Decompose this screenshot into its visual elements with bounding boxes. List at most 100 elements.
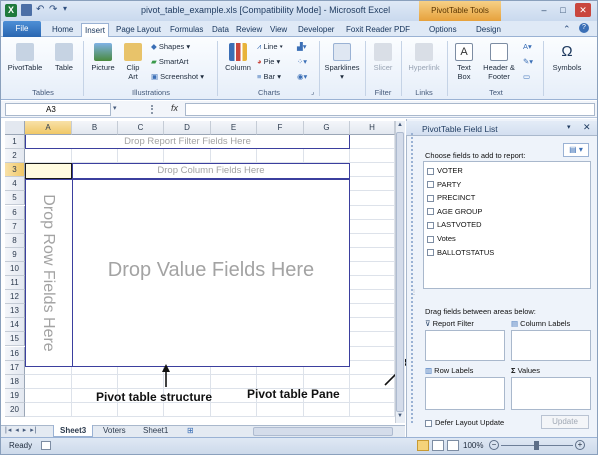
sheet-tab-sheet3[interactable]: Sheet3 bbox=[53, 425, 94, 437]
bar-chart-button[interactable]: ≡ Bar ▾ bbox=[257, 72, 281, 81]
scroll-up-icon[interactable]: ▲ bbox=[396, 122, 404, 130]
row-header-11[interactable]: 11 bbox=[5, 276, 25, 291]
defer-layout-update[interactable]: Defer Layout Update bbox=[425, 418, 504, 427]
row-header-1[interactable]: 1 bbox=[5, 135, 25, 150]
object-icon[interactable]: ▭ bbox=[523, 72, 530, 81]
clipart-button[interactable]: Clip Art bbox=[121, 43, 145, 81]
tab-home[interactable]: Home bbox=[49, 23, 76, 37]
defer-layout-checkbox[interactable] bbox=[425, 419, 432, 427]
scatter-chart-icon[interactable]: ⁘▾ bbox=[297, 57, 307, 66]
pie-chart-button[interactable]: ◕ Pie ▾ bbox=[257, 57, 280, 66]
row-header-10[interactable]: 10 bbox=[5, 261, 25, 276]
field-item[interactable]: PRECINCT bbox=[427, 193, 475, 202]
row-header-16[interactable]: 16 bbox=[5, 346, 25, 361]
column-header-c[interactable]: C bbox=[118, 121, 164, 135]
pane-close-icon[interactable]: ✕ bbox=[583, 122, 591, 133]
smartart-button[interactable]: ▰ SmartArt bbox=[151, 57, 188, 66]
table-button[interactable]: Table bbox=[49, 43, 79, 72]
row-header-19[interactable]: 19 bbox=[5, 388, 25, 403]
row-header-13[interactable]: 13 bbox=[5, 304, 25, 319]
row-header-17[interactable]: 17 bbox=[5, 360, 25, 375]
update-button[interactable]: Update bbox=[541, 415, 589, 429]
help-icon[interactable]: ? bbox=[579, 23, 589, 33]
pane-splitter-icon[interactable]: ⋮ bbox=[411, 289, 417, 296]
tab-file[interactable]: File bbox=[3, 21, 41, 37]
sheet-nav-arrows-icon[interactable]: |◂ ◂ ▸ ▸| bbox=[5, 426, 38, 434]
pane-resize-handle[interactable] bbox=[411, 133, 418, 423]
sparklines-button[interactable]: Sparklines ▾ bbox=[322, 43, 362, 81]
column-header-d[interactable]: D bbox=[164, 121, 211, 135]
zoom-slider-thumb[interactable] bbox=[534, 441, 539, 450]
close-icon[interactable]: ✕ bbox=[575, 3, 591, 17]
row-header-18[interactable]: 18 bbox=[5, 374, 25, 389]
column-chart-button[interactable]: Column bbox=[221, 43, 255, 72]
quick-access-dropdown-icon[interactable]: ▾ bbox=[63, 4, 67, 13]
page-break-view-icon[interactable] bbox=[447, 440, 459, 451]
tab-design[interactable]: Design bbox=[473, 23, 504, 37]
column-header-b[interactable]: B bbox=[72, 121, 118, 135]
name-box-dropdown-icon[interactable]: ▾ bbox=[113, 104, 117, 112]
row-header-20[interactable]: 20 bbox=[5, 402, 25, 417]
tab-formulas[interactable]: Formulas bbox=[167, 23, 206, 37]
pivottable-button[interactable]: PivotTable bbox=[5, 43, 45, 72]
scroll-down-icon[interactable]: ▼ bbox=[396, 413, 404, 421]
symbols-button[interactable]: Ω Symbols bbox=[547, 43, 587, 72]
line-chart-button[interactable]: ⩘ Line ▾ bbox=[257, 42, 283, 52]
field-item[interactable]: VOTER bbox=[427, 166, 463, 175]
zoom-level[interactable]: 100% bbox=[463, 441, 483, 450]
macro-record-icon[interactable] bbox=[41, 441, 51, 450]
column-header-h[interactable]: H bbox=[350, 121, 395, 135]
wordart-icon[interactable]: A▾ bbox=[523, 42, 532, 51]
field-item[interactable]: Votes bbox=[427, 234, 456, 243]
column-header-e[interactable]: E bbox=[211, 121, 257, 135]
insert-sheet-icon[interactable]: ⊞ bbox=[187, 426, 194, 435]
save-icon[interactable] bbox=[21, 4, 32, 16]
row-header-2[interactable]: 2 bbox=[5, 149, 25, 164]
tab-developer[interactable]: Developer bbox=[295, 23, 337, 37]
slicer-button[interactable]: Slicer bbox=[369, 43, 397, 72]
row-header-6[interactable]: 6 bbox=[5, 205, 25, 220]
active-cell-a3[interactable] bbox=[25, 163, 72, 179]
insert-function-icon[interactable]: fx bbox=[171, 103, 178, 113]
column-header-g[interactable]: G bbox=[304, 121, 350, 135]
tab-foxit-reader-pdf[interactable]: Foxit Reader PDF bbox=[343, 23, 413, 37]
field-checkbox[interactable] bbox=[427, 235, 434, 243]
sheet-tab-sheet1[interactable]: Sheet1 bbox=[137, 425, 174, 437]
maximize-icon[interactable]: □ bbox=[555, 3, 571, 17]
page-layout-view-icon[interactable] bbox=[432, 440, 444, 451]
row-header-7[interactable]: 7 bbox=[5, 219, 25, 234]
horizontal-scrollbar[interactable] bbox=[253, 427, 393, 436]
ribbon-minimize-icon[interactable]: ⌃ bbox=[563, 24, 571, 35]
minimize-icon[interactable]: – bbox=[536, 3, 552, 17]
field-checkbox[interactable] bbox=[427, 181, 434, 189]
column-labels-area[interactable] bbox=[511, 330, 591, 361]
field-checkbox[interactable] bbox=[427, 167, 434, 175]
select-all-corner[interactable] bbox=[5, 121, 25, 135]
row-header-4[interactable]: 4 bbox=[5, 177, 25, 192]
normal-view-icon[interactable] bbox=[417, 440, 429, 451]
other-charts-icon[interactable]: ◉▾ bbox=[297, 72, 307, 81]
field-list-layout-button[interactable]: ▤ ▾ bbox=[563, 143, 589, 157]
undo-icon[interactable]: ↶ bbox=[36, 4, 44, 15]
zoom-out-icon[interactable]: − bbox=[489, 440, 499, 450]
values-area[interactable] bbox=[511, 377, 591, 410]
column-header-a[interactable]: A bbox=[25, 121, 72, 135]
tab-page-layout[interactable]: Page Layout bbox=[113, 23, 164, 37]
header-footer-button[interactable]: Header & Footer bbox=[479, 43, 519, 81]
scroll-thumb[interactable] bbox=[396, 132, 404, 412]
row-header-15[interactable]: 15 bbox=[5, 332, 25, 347]
tab-review[interactable]: Review bbox=[233, 23, 265, 37]
field-checkbox[interactable] bbox=[427, 208, 434, 216]
formula-bar-resize-handle[interactable] bbox=[151, 105, 153, 114]
field-item[interactable]: BALLOTSTATUS bbox=[427, 248, 494, 257]
field-item[interactable]: LASTVOTED bbox=[427, 220, 482, 229]
field-checkbox[interactable] bbox=[427, 249, 434, 257]
redo-icon[interactable]: ↷ bbox=[49, 4, 57, 15]
field-checkbox[interactable] bbox=[427, 194, 434, 202]
hyperlink-button[interactable]: Hyperlink bbox=[403, 43, 445, 72]
row-header-14[interactable]: 14 bbox=[5, 318, 25, 333]
pane-menu-icon[interactable]: ▾ bbox=[567, 123, 571, 131]
tab-view[interactable]: View bbox=[267, 23, 290, 37]
tab-options[interactable]: Options bbox=[426, 23, 460, 37]
signature-line-icon[interactable]: ✎▾ bbox=[523, 57, 533, 66]
